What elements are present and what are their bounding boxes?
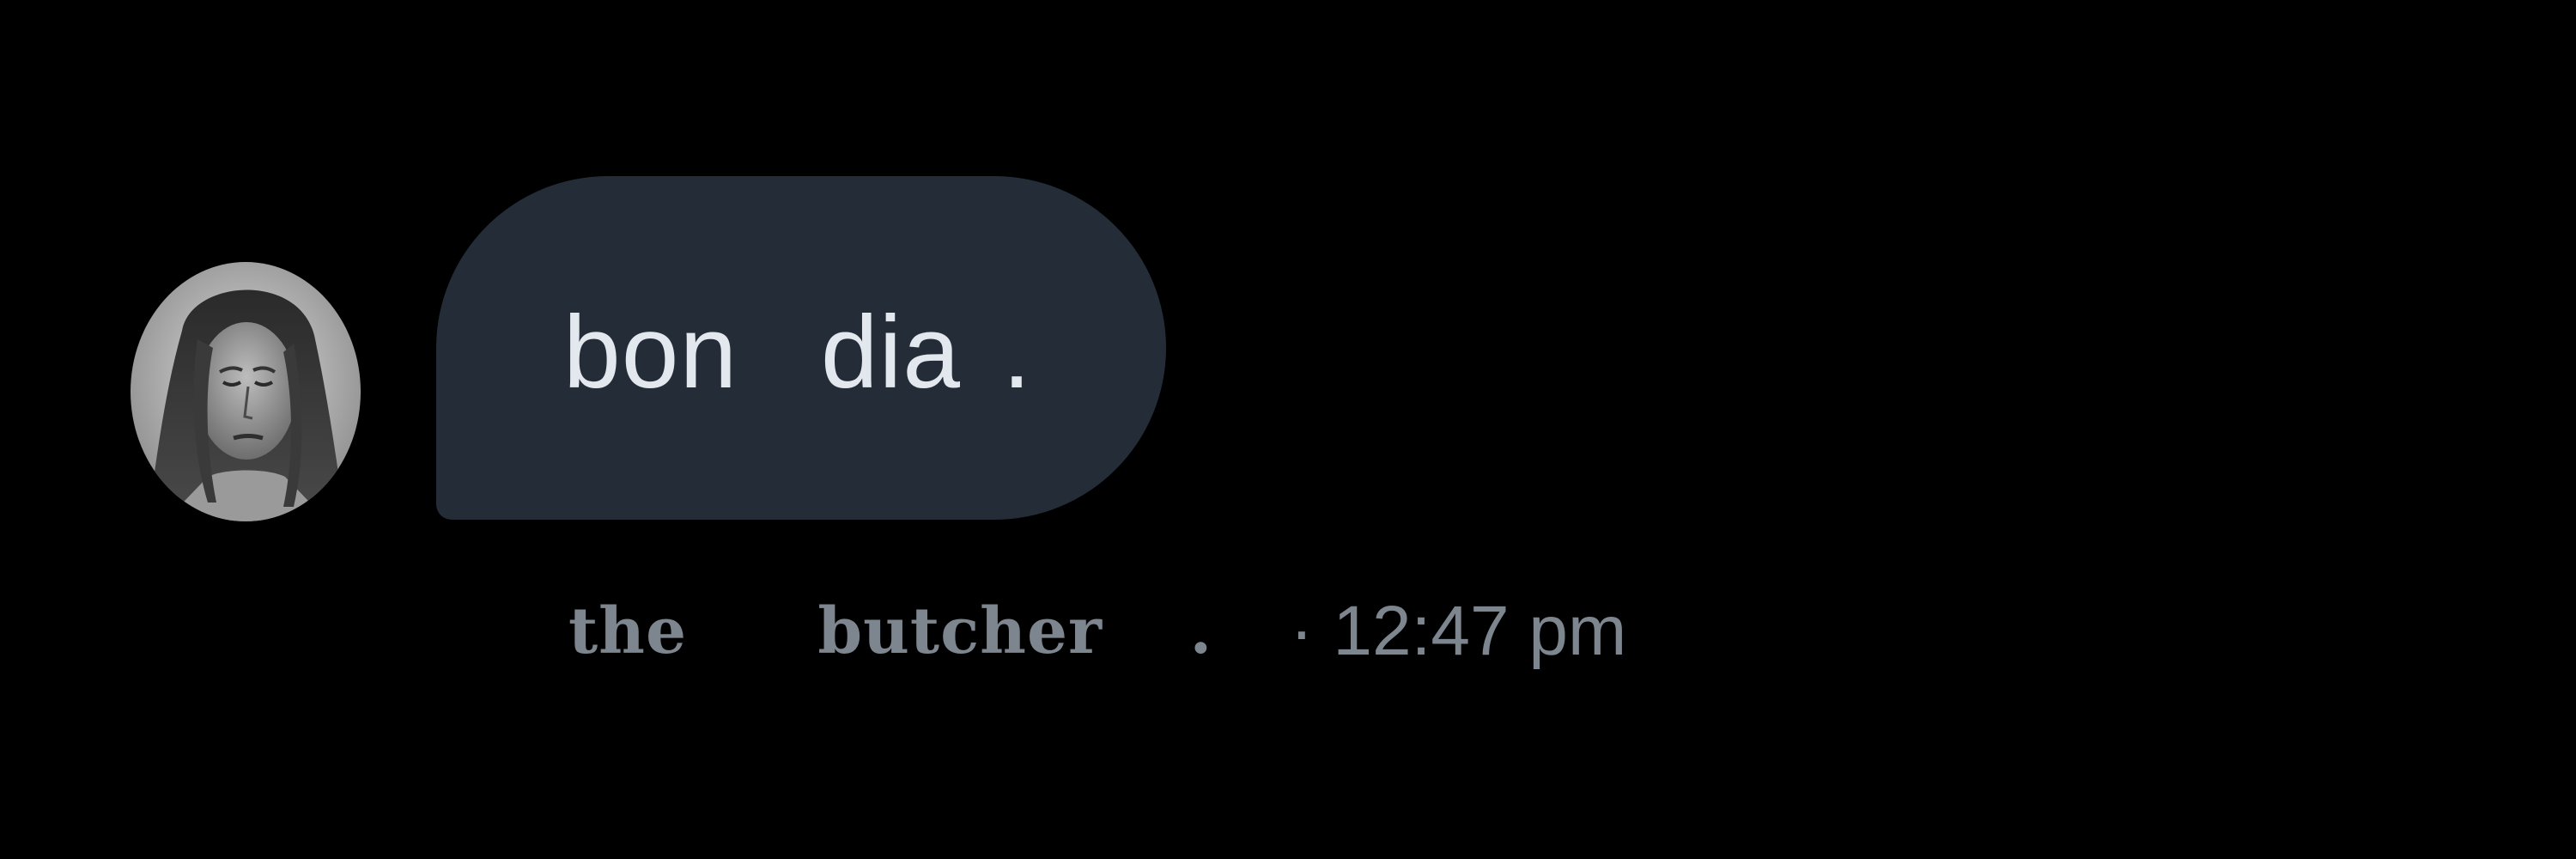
sender-name[interactable]: the butcher . <box>568 594 1212 668</box>
avatar[interactable] <box>131 262 361 521</box>
message-text: bon dia . <box>563 295 1032 410</box>
message-bubble[interactable]: bon dia . <box>436 176 1166 520</box>
user-avatar-photo-icon <box>131 262 361 521</box>
message-timestamp: · 12:47 pm <box>1290 592 1627 670</box>
message-meta: the butcher . · 12:47 pm <box>568 584 1626 679</box>
